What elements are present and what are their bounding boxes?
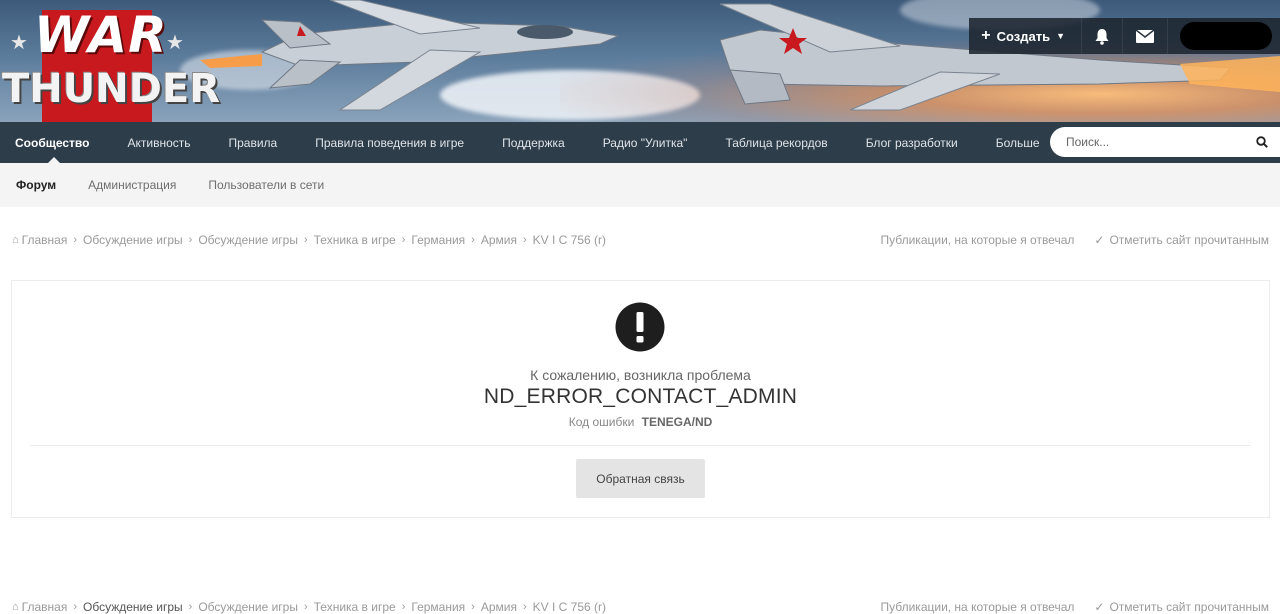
chevron-right-icon: › [73, 234, 78, 246]
chevron-right-icon: › [401, 234, 406, 246]
nav-item-community[interactable]: Сообщество [0, 122, 108, 163]
breadcrumb-link[interactable]: Техника в игре [314, 600, 396, 614]
chevron-right-icon: › [303, 234, 308, 246]
sub-nav: Форум Администрация Пользователи в сети [0, 163, 1280, 207]
home-icon: ⌂ [12, 601, 19, 613]
user-bar: + Создать ▼ [969, 18, 1280, 54]
caret-down-icon: ▼ [1056, 31, 1065, 41]
error-code-label: Код ошибки [568, 415, 635, 429]
redacted-username [1180, 22, 1272, 50]
chevron-right-icon: › [188, 601, 193, 613]
star-icon: ★ [10, 32, 28, 54]
chevron-right-icon: › [188, 234, 193, 246]
breadcrumb-link[interactable]: Армия [481, 600, 517, 614]
bell-icon [1095, 28, 1109, 45]
search-box [1050, 127, 1280, 157]
nav-item-radio[interactable]: Радио "Улитка" [584, 122, 707, 163]
breadcrumb: ⌂ Главная › Обсуждение игры › Обсуждение… [12, 233, 612, 247]
messages-button[interactable] [1122, 18, 1167, 54]
chevron-right-icon: › [73, 601, 78, 613]
mark-site-read-link[interactable]: Отметить сайт прочитанным [1109, 600, 1269, 614]
my-posts-link[interactable]: Публикации, на которые я отвечал [881, 233, 1075, 247]
breadcrumb-bottom: ⌂ Главная › Обсуждение игры › Обсуждение… [12, 600, 612, 614]
exclamation-circle-icon [615, 302, 665, 352]
chevron-right-icon: › [303, 601, 308, 613]
feedback-button[interactable]: Обратная связь [576, 459, 705, 498]
jet-left-icon [200, 0, 620, 111]
nav-item-more[interactable]: Больше [977, 122, 1059, 163]
logo-text-thunder: THUNDER [2, 66, 221, 112]
search-icon[interactable] [1256, 136, 1268, 148]
subnav-item-administration[interactable]: Администрация [72, 178, 192, 192]
breadcrumb-link[interactable]: KV I C 756 (r) [533, 600, 606, 614]
check-icon: ✓ [1094, 233, 1105, 247]
home-icon: ⌂ [12, 234, 19, 246]
breadcrumb-actions: Публикации, на которые я отвечал ✓ Отмет… [881, 233, 1270, 247]
check-icon: ✓ [1094, 600, 1105, 614]
error-sorry-text: К сожалению, возникла проблема [530, 367, 751, 383]
notifications-button[interactable] [1081, 18, 1122, 54]
subnav-item-online-users[interactable]: Пользователи в сети [192, 178, 340, 192]
chevron-right-icon: › [471, 234, 475, 246]
breadcrumb-link[interactable]: Обсуждение игры [83, 233, 183, 247]
breadcrumb-link[interactable]: Главная [22, 233, 68, 247]
breadcrumb-link[interactable]: KV I C 756 (r) [533, 233, 606, 247]
chevron-right-icon: › [401, 601, 406, 613]
breadcrumb-link[interactable]: Армия [481, 233, 517, 247]
error-message: ND_ERROR_CONTACT_ADMIN [483, 385, 798, 408]
error-panel: К сожалению, возникла проблема ND_ERROR_… [11, 280, 1270, 518]
create-button-label: Создать [996, 28, 1051, 44]
divider [30, 445, 1251, 446]
war-thunder-logo[interactable]: ★ ★ WAR THUNDER [0, 0, 220, 122]
star-icon: ★ [166, 32, 184, 54]
breadcrumb-link[interactable]: Германия [411, 233, 465, 247]
nav-item-dev-blog[interactable]: Блог разработки [847, 122, 977, 163]
breadcrumb-link[interactable]: Обсуждение игры [83, 600, 183, 614]
nav-item-support[interactable]: Поддержка [483, 122, 584, 163]
chevron-right-icon: › [522, 601, 527, 613]
user-menu[interactable] [1167, 18, 1280, 54]
breadcrumb-actions-bottom: Публикации, на которые я отвечал ✓ Отмет… [881, 600, 1270, 614]
subnav-item-forum[interactable]: Форум [0, 178, 72, 192]
error-code-line: Код ошибки TENEGA/ND [12, 415, 1269, 429]
envelope-icon [1136, 29, 1154, 43]
main-nav: Сообщество Активность Правила Правила по… [0, 122, 1280, 163]
breadcrumb-link[interactable]: Обсуждение игры [198, 600, 298, 614]
nav-item-game-conduct-rules[interactable]: Правила поведения в игре [296, 122, 483, 163]
header-banner: ★ ★ WAR THUNDER + Создать ▼ [0, 0, 1280, 122]
breadcrumb-link[interactable]: Главная [22, 600, 68, 614]
plus-icon: + [981, 27, 991, 44]
nav-item-leaderboard[interactable]: Таблица рекордов [706, 122, 846, 163]
create-button[interactable]: + Создать ▼ [969, 18, 1081, 54]
error-code-value: TENEGA/ND [641, 415, 713, 429]
mark-site-read-link[interactable]: Отметить сайт прочитанным [1109, 233, 1269, 247]
my-posts-link[interactable]: Публикации, на которые я отвечал [881, 600, 1075, 614]
chevron-right-icon: › [522, 234, 527, 246]
breadcrumb-link[interactable]: Техника в игре [314, 233, 396, 247]
nav-item-rules[interactable]: Правила [210, 122, 297, 163]
search-input[interactable] [1064, 134, 1248, 150]
breadcrumb-link[interactable]: Германия [411, 600, 465, 614]
logo-text-war: WAR [34, 6, 168, 64]
nav-item-activity[interactable]: Активность [108, 122, 209, 163]
chevron-right-icon: › [471, 601, 475, 613]
breadcrumb-link[interactable]: Обсуждение игры [198, 233, 298, 247]
